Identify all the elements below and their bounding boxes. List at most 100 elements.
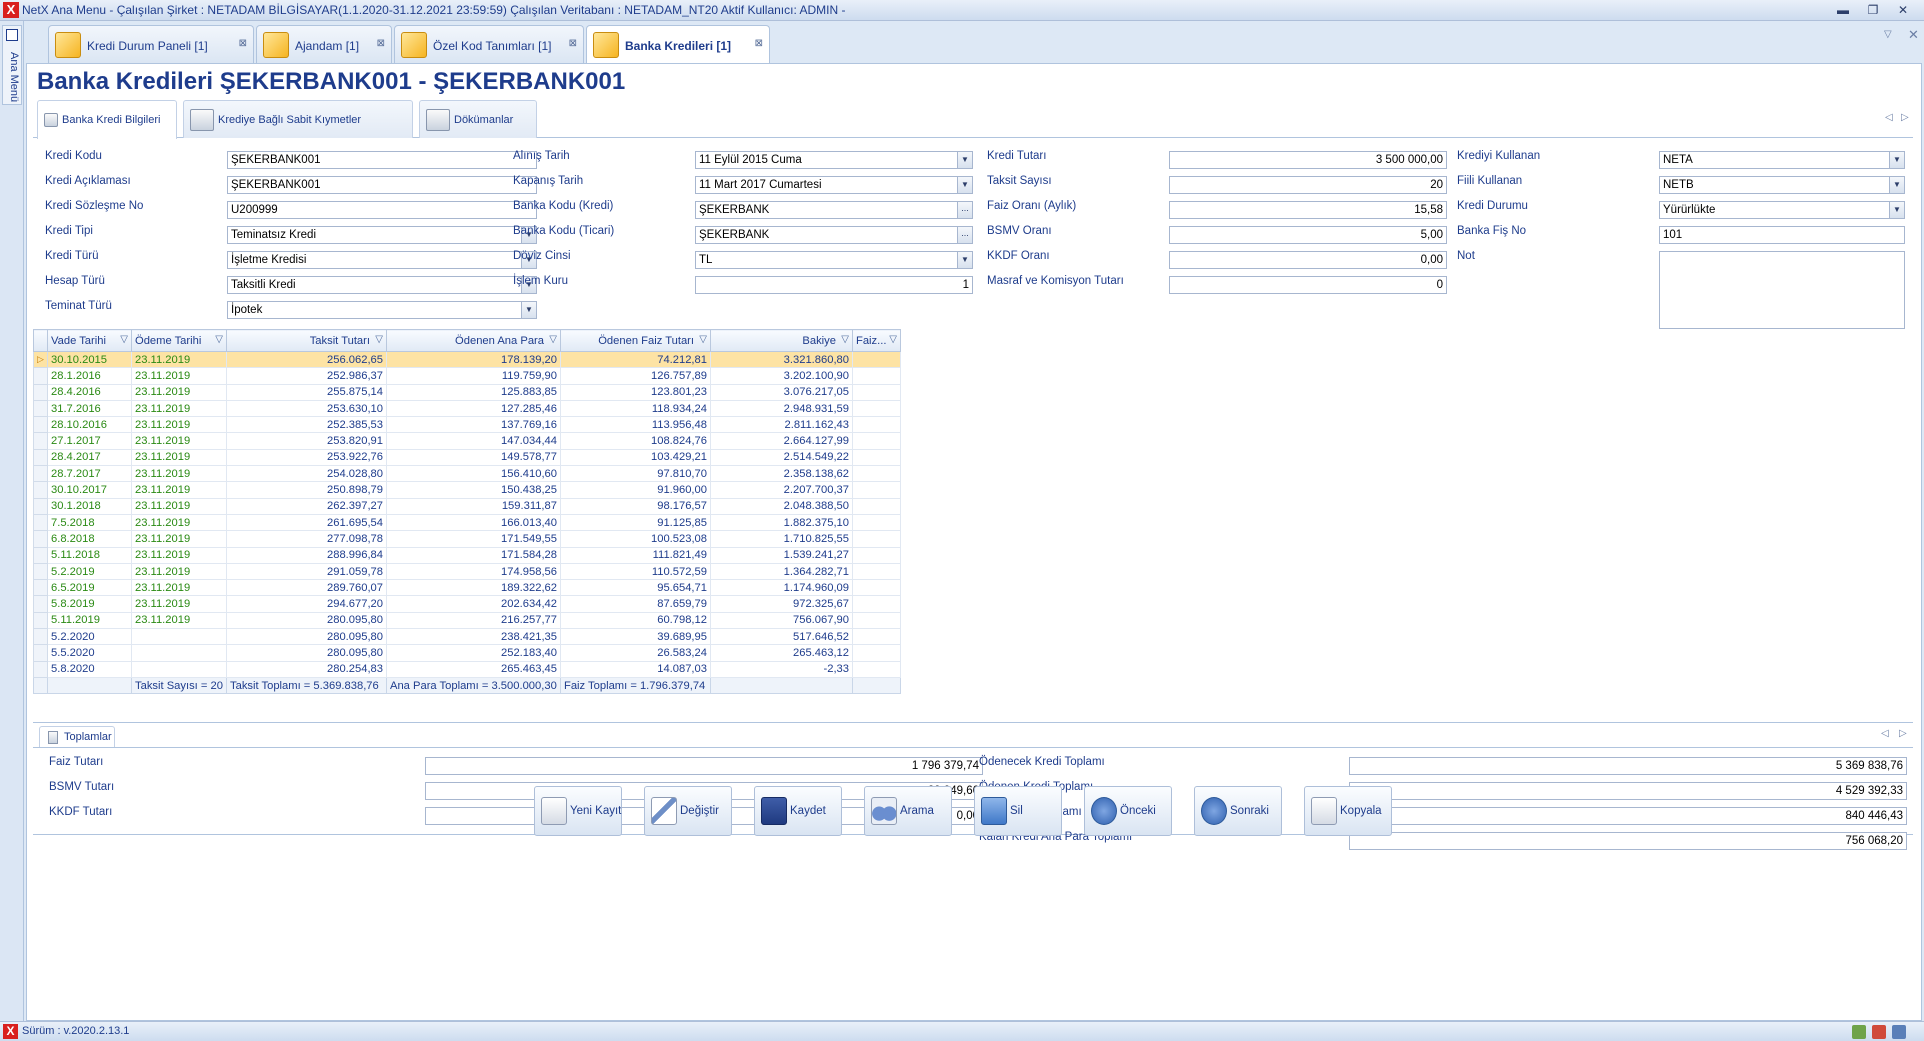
table-cell[interactable] [852,595,901,613]
table-cell[interactable]: 74.212,81 [560,350,711,369]
column-header[interactable]: Ödeme Tarihi ▽ [131,329,227,352]
table-row[interactable]: 5.8.2019 23.11.2019 294.677,20 202.634,42 87… [33,595,901,613]
kkdf-orani-input[interactable]: 0,00 [1169,251,1447,269]
tab-list-chevron-icon[interactable]: ▽ [1884,29,1892,40]
sil-button[interactable]: Sil [974,786,1062,836]
table-cell[interactable]: 289.760,07 [226,579,387,597]
table-cell[interactable]: 14.087,03 [560,660,711,678]
table-cell[interactable] [852,448,901,467]
subtab-dokumanlar[interactable]: Dökümanlar [419,100,537,138]
table-cell[interactable]: 150.438,25 [386,481,561,499]
row-indicator[interactable] [33,660,48,678]
table-cell[interactable]: 253.922,76 [226,448,387,467]
table-cell[interactable]: 30.1.2018 [47,497,132,515]
table-cell[interactable]: 147.034,44 [386,432,561,450]
dropdown-arrow-icon[interactable]: ▼ [521,302,536,318]
table-cell[interactable]: 280.095,80 [226,611,387,630]
table-row[interactable]: 30.1.2018 23.11.2019 262.397,27 159.311,87 9… [33,497,901,515]
table-cell[interactable]: 23.11.2019 [131,448,227,467]
alinis-tarih-picker[interactable]: 11 Eylül 2015 Cuma ▼ [695,151,973,169]
row-indicator[interactable] [33,367,48,385]
scroll-right-icon[interactable]: ▷ [1899,728,1907,739]
kopyala-button[interactable]: Kopyala [1304,786,1392,836]
column-header[interactable]: Taksit Tutarı ▽ [226,329,387,352]
hesap-turu-select[interactable]: Taksitli Kredi ▼ [227,276,537,294]
table-cell[interactable]: 6.5.2019 [47,579,132,597]
table-cell[interactable]: 28.4.2016 [47,383,132,401]
banka-fis-no-input[interactable]: 101 [1659,226,1905,244]
table-cell[interactable]: 91.960,00 [560,481,711,499]
table-cell[interactable]: 23.11.2019 [131,562,227,581]
dropdown-arrow-icon[interactable]: ▼ [1889,202,1904,218]
row-indicator[interactable] [33,416,48,434]
table-cell[interactable]: 2.048.388,50 [710,497,853,515]
doviz-cinsi-select[interactable]: TL ▼ [695,251,973,269]
dropdown-arrow-icon[interactable]: ▼ [957,252,972,268]
table-cell[interactable]: 288.996,84 [226,546,387,564]
table-cell[interactable]: 277.098,78 [226,530,387,548]
row-indicator[interactable] [33,562,48,581]
table-row[interactable]: 30.10.2017 23.11.2019 250.898,79 150.438,25… [33,481,901,499]
table-cell[interactable]: 98.176,57 [560,497,711,515]
tab-kredi-durum-paneli[interactable]: Kredi Durum Paneli [1] ⊠ [48,25,254,63]
table-cell[interactable]: 23.11.2019 [131,546,227,564]
table-cell[interactable]: 5.8.2019 [47,595,132,613]
islem-kuru-input[interactable]: 1 [695,276,973,294]
table-cell[interactable]: 252.986,37 [226,367,387,385]
table-row[interactable]: 31.7.2016 23.11.2019 253.630,10 127.285,46 1… [33,399,901,418]
tray-alert-icon[interactable] [1872,1025,1886,1039]
tab-close-icon[interactable]: ⊠ [377,38,385,49]
filter-icon[interactable]: ▽ [120,334,128,345]
table-cell[interactable] [852,579,901,597]
table-cell[interactable] [852,465,901,483]
sonraki-button[interactable]: Sonraki [1194,786,1282,836]
table-cell[interactable]: 28.4.2017 [47,448,132,467]
tray-app-icon[interactable] [1852,1025,1866,1039]
table-cell[interactable]: 280.095,80 [226,644,387,662]
minimize-icon[interactable]: ▬ [1832,1,1854,19]
row-indicator[interactable] [33,465,48,483]
table-cell[interactable]: 125.883,85 [386,383,561,401]
table-cell[interactable]: 111.821,49 [560,546,711,564]
table-cell[interactable]: 1.174.960,09 [710,579,853,597]
table-cell[interactable]: 2.207.700,37 [710,481,853,499]
table-cell[interactable]: 261.695,54 [226,513,387,532]
subtab-banka-kredi-bilgileri[interactable]: Banka Kredi Bilgileri [37,100,177,139]
table-cell[interactable]: 291.059,78 [226,562,387,581]
row-indicator[interactable] [33,432,48,450]
table-cell[interactable]: 5.11.2019 [47,611,132,630]
close-icon[interactable]: ✕ [1892,1,1914,19]
table-row[interactable]: 28.1.2016 23.11.2019 252.986,37 119.759,90 1… [33,367,901,385]
app-logo-icon[interactable]: X [3,2,19,18]
table-cell[interactable]: 91.125,85 [560,513,711,532]
table-cell[interactable]: 123.801,23 [560,383,711,401]
table-cell[interactable]: 1.364.282,71 [710,562,853,581]
table-cell[interactable] [131,628,227,646]
table-cell[interactable]: 23.11.2019 [131,497,227,515]
table-cell[interactable]: 174.958,56 [386,562,561,581]
table-cell[interactable]: 28.1.2016 [47,367,132,385]
table-cell[interactable]: 2.664.127,99 [710,432,853,450]
not-textarea[interactable] [1659,251,1905,329]
table-cell[interactable]: 119.759,90 [386,367,561,385]
table-cell[interactable]: 95.654,71 [560,579,711,597]
row-indicator[interactable] [33,481,48,499]
table-cell[interactable]: 23.11.2019 [131,416,227,434]
scroll-left-icon[interactable]: ◁ [1885,112,1893,123]
column-header[interactable]: Ödenen Faiz Tutarı ▽ [560,329,711,352]
row-indicator[interactable] [33,530,48,548]
table-cell[interactable]: 756.067,90 [710,611,853,630]
table-cell[interactable]: 5.2.2019 [47,562,132,581]
tab-toplamlar[interactable]: Toplamlar [39,726,115,748]
table-cell[interactable]: 972.325,67 [710,595,853,613]
table-cell[interactable]: 2.358.138,62 [710,465,853,483]
table-cell[interactable]: 118.934,24 [560,399,711,418]
table-row[interactable]: 27.1.2017 23.11.2019 253.820,91 147.034,44 1… [33,432,901,450]
table-cell[interactable]: 159.311,87 [386,497,561,515]
column-header[interactable]: Faiz... ▽ [852,329,901,352]
table-cell[interactable] [852,513,901,532]
dropdown-arrow-icon[interactable]: ▼ [1889,152,1904,168]
table-cell[interactable]: 2.811.162,43 [710,416,853,434]
table-cell[interactable]: 216.257,77 [386,611,561,630]
filter-icon[interactable]: ▽ [841,334,849,345]
